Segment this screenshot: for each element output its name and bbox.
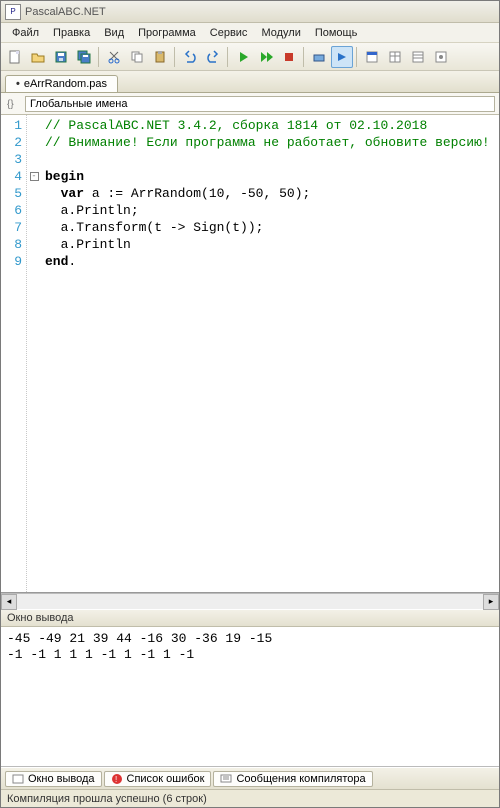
tab-label: Сообщения компилятора xyxy=(236,773,365,785)
app-icon: P xyxy=(5,4,21,20)
run-no-debug-button[interactable] xyxy=(255,46,277,68)
bottom-tab-bar: Окно вывода ! Список ошибок Сообщения ко… xyxy=(1,767,499,789)
document-tab[interactable]: • eArrRandom.pas xyxy=(5,75,118,92)
menu-help[interactable]: Помощь xyxy=(308,25,365,41)
messages-tab-icon xyxy=(220,773,232,785)
output-tab-icon xyxy=(12,773,24,785)
tab-errors[interactable]: ! Список ошибок xyxy=(104,771,212,787)
compile-button[interactable] xyxy=(308,46,330,68)
properties-button[interactable] xyxy=(384,46,406,68)
svg-text:!: ! xyxy=(115,775,117,784)
titlebar: P PascalABC.NET xyxy=(1,1,499,23)
toolbar-separator xyxy=(98,47,100,67)
scope-dropdown[interactable]: Глобальные имена xyxy=(25,96,495,112)
redo-button[interactable] xyxy=(202,46,224,68)
menubar: Файл Правка Вид Программа Сервис Модули … xyxy=(1,23,499,43)
document-tabbar: • eArrRandom.pas xyxy=(1,71,499,93)
tab-label: Список ошибок xyxy=(127,773,205,785)
menu-view[interactable]: Вид xyxy=(97,25,131,41)
undo-button[interactable] xyxy=(179,46,201,68)
svg-text:{}: {} xyxy=(7,99,14,110)
new-file-button[interactable] xyxy=(4,46,26,68)
save-button[interactable] xyxy=(50,46,72,68)
step-button[interactable] xyxy=(331,46,353,68)
scroll-left-icon[interactable]: ◂ xyxy=(1,594,17,610)
toolbar-separator xyxy=(227,47,229,67)
scope-label: Глобальные имена xyxy=(30,98,128,110)
code-content[interactable]: // PascalABC.NET 3.4.2, сборка 1814 от 0… xyxy=(41,115,499,592)
menu-file[interactable]: Файл xyxy=(5,25,46,41)
menu-modules[interactable]: Модули xyxy=(254,25,307,41)
scope-icon: {} xyxy=(5,96,21,112)
modified-indicator: • xyxy=(16,78,20,90)
window-title: PascalABC.NET xyxy=(25,6,106,18)
navigator-button[interactable] xyxy=(407,46,429,68)
code-editor[interactable]: 1 2 3 4 5 6 7 8 9 - // PascalABC.NET 3.4… xyxy=(1,115,499,593)
statusbar: Компиляция прошла успешно (6 строк) xyxy=(1,789,499,807)
status-text: Компиляция прошла успешно (6 строк) xyxy=(7,793,207,805)
scroll-right-icon[interactable]: ▸ xyxy=(483,594,499,610)
tab-compiler-messages[interactable]: Сообщения компилятора xyxy=(213,771,372,787)
run-button[interactable] xyxy=(232,46,254,68)
toolbar-separator xyxy=(174,47,176,67)
errors-tab-icon: ! xyxy=(111,773,123,785)
tab-output[interactable]: Окно вывода xyxy=(5,771,102,787)
form-designer-button[interactable] xyxy=(361,46,383,68)
output-pane-title: Окно вывода xyxy=(1,609,499,627)
cut-button[interactable] xyxy=(103,46,125,68)
save-all-button[interactable] xyxy=(73,46,95,68)
output-pane[interactable]: -45 -49 21 39 44 -16 30 -36 19 -15 -1 -1… xyxy=(1,627,499,767)
options-button[interactable] xyxy=(430,46,452,68)
paste-button[interactable] xyxy=(149,46,171,68)
horizontal-scrollbar[interactable]: ◂ ▸ xyxy=(1,593,499,609)
toolbar-separator xyxy=(356,47,358,67)
tab-label: Окно вывода xyxy=(28,773,95,785)
fold-toggle-icon[interactable]: - xyxy=(30,172,39,181)
copy-button[interactable] xyxy=(126,46,148,68)
toolbar xyxy=(1,43,499,71)
open-file-button[interactable] xyxy=(27,46,49,68)
scope-bar: {} Глобальные имена xyxy=(1,93,499,115)
menu-service[interactable]: Сервис xyxy=(203,25,255,41)
output-line: -45 -49 21 39 44 -16 30 -36 19 -15 xyxy=(7,631,272,646)
output-line: -1 -1 1 1 1 -1 1 -1 1 -1 xyxy=(7,647,194,662)
tab-filename: eArrRandom.pas xyxy=(24,78,107,90)
fold-gutter: - xyxy=(27,115,41,592)
stop-button[interactable] xyxy=(278,46,300,68)
line-number-gutter: 1 2 3 4 5 6 7 8 9 xyxy=(1,115,27,592)
menu-edit[interactable]: Правка xyxy=(46,25,97,41)
toolbar-separator xyxy=(303,47,305,67)
menu-program[interactable]: Программа xyxy=(131,25,203,41)
